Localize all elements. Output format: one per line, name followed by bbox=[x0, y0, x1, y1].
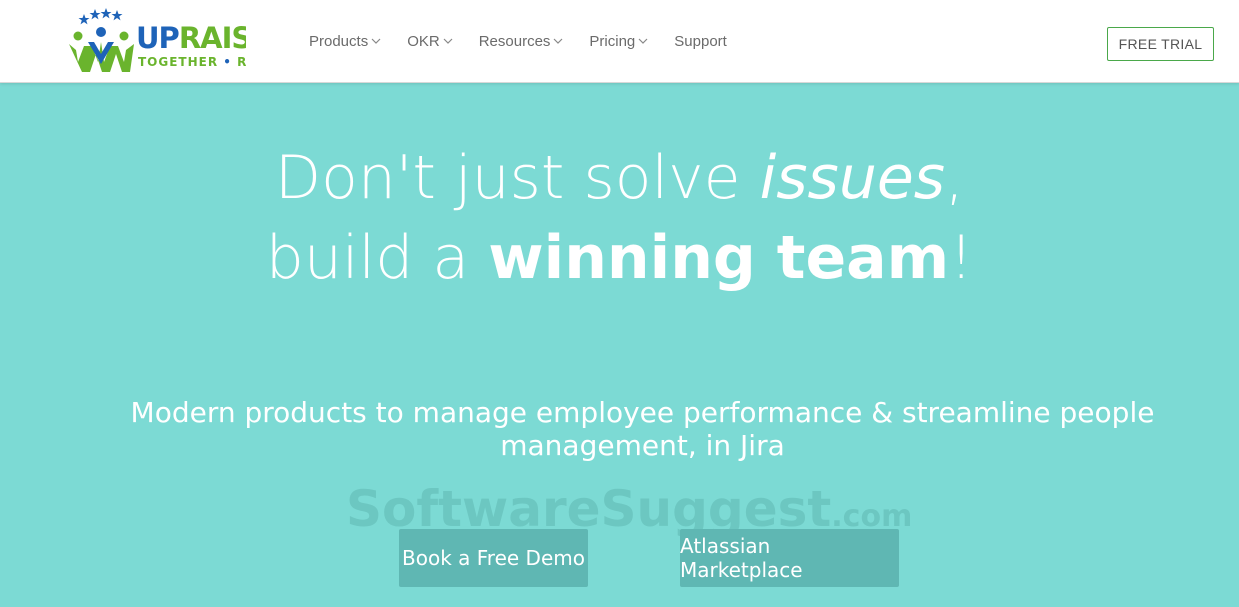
hero-subtitle: Modern products to manage employee perfo… bbox=[130, 396, 1155, 462]
hero-strong: winning team bbox=[488, 223, 950, 293]
book-demo-button[interactable]: Book a Free Demo bbox=[399, 529, 588, 587]
hero-title-line-1: Don't just solve issues, bbox=[0, 138, 1239, 218]
hero-text: build a bbox=[265, 223, 489, 293]
hero-title: Don't just solve issues, build a winning… bbox=[0, 138, 1239, 298]
nav-support-label: Support bbox=[674, 32, 727, 50]
nav-products-label: Products bbox=[309, 32, 369, 50]
nav-okr-label: OKR bbox=[407, 32, 440, 50]
nav-pricing-label: Pricing bbox=[589, 32, 636, 50]
nav-products[interactable]: Products bbox=[309, 30, 381, 52]
chevron-down-icon bbox=[553, 36, 563, 46]
svg-text:UPRAISE: UPRAISE bbox=[136, 21, 246, 55]
hero-text: Don't just solve bbox=[274, 143, 760, 213]
upraise-logo[interactable]: UPRAISE TOGETHER • RISE bbox=[66, 6, 246, 76]
nav-support[interactable]: Support bbox=[674, 30, 727, 52]
svg-text:TOGETHER • RISE: TOGETHER • RISE bbox=[138, 55, 246, 69]
main-nav: Products OKR Resources Pricing Support bbox=[309, 30, 753, 52]
nav-resources[interactable]: Resources bbox=[479, 30, 564, 52]
atlassian-marketplace-button[interactable]: Atlassian Marketplace bbox=[680, 529, 899, 587]
nav-pricing[interactable]: Pricing bbox=[589, 30, 648, 52]
hero-title-line-2: build a winning team! bbox=[0, 218, 1239, 298]
hero-text: ! bbox=[949, 223, 974, 293]
chevron-down-icon bbox=[371, 36, 381, 46]
hero-emphasis: issues bbox=[759, 143, 946, 213]
chevron-down-icon bbox=[443, 36, 453, 46]
nav-resources-label: Resources bbox=[478, 32, 551, 50]
chevron-down-icon bbox=[638, 36, 648, 46]
site-header: UPRAISE TOGETHER • RISE Products OKR Res… bbox=[0, 0, 1239, 83]
free-trial-button[interactable]: FREE TRIAL bbox=[1107, 27, 1214, 61]
nav-okr[interactable]: OKR bbox=[407, 30, 453, 52]
hero-text: , bbox=[945, 143, 965, 213]
